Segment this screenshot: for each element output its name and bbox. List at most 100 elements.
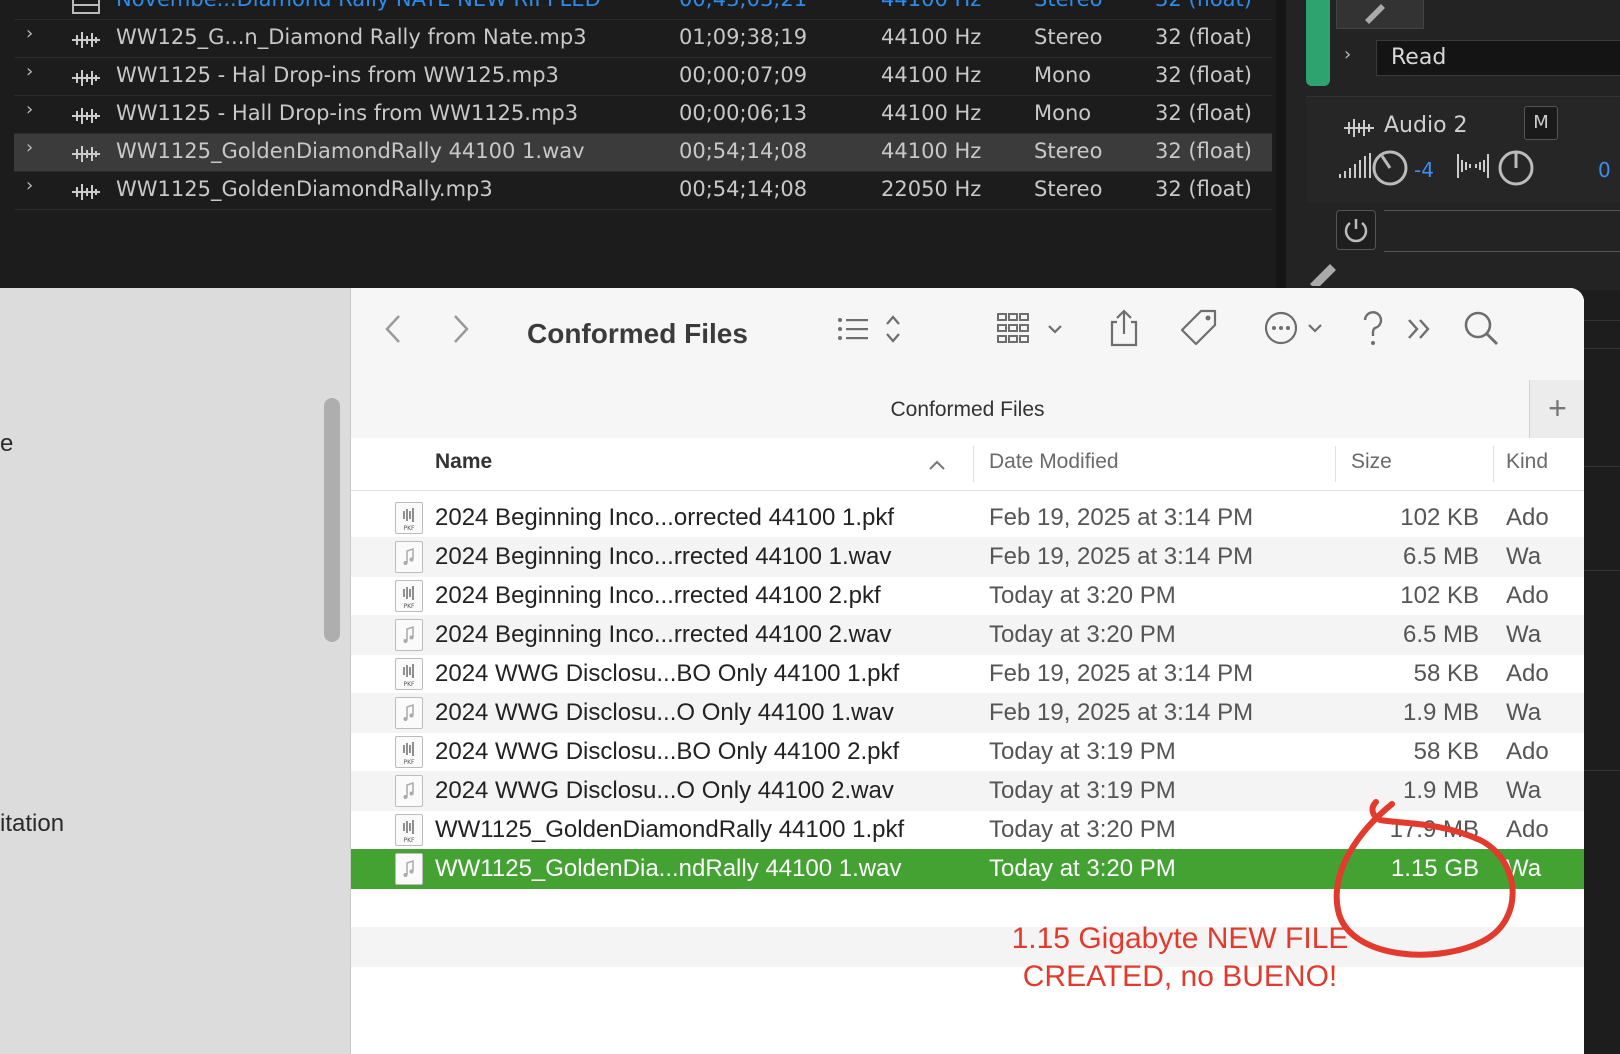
chevron-right-icon[interactable]: › <box>26 175 33 196</box>
share-icon[interactable] <box>1107 308 1141 348</box>
file-name: 2024 WWG Disclosu...BO Only 44100 1.pkf <box>435 660 900 687</box>
help-icon[interactable] <box>1359 308 1387 348</box>
file-bit-depth: 32 (float) <box>1155 101 1252 125</box>
file-size: 6.5 MB <box>1402 543 1479 570</box>
automation-mode-label: Read <box>1391 45 1447 70</box>
file-sample-rate: 44100 Hz <box>881 25 982 49</box>
file-sample-rate: 44100 Hz <box>881 101 982 125</box>
file-name: WW1125_GoldenDiamondRally 44100 1.wav <box>116 139 585 163</box>
audition-file-row[interactable]: › WW125_G...n_Diamond Rally from Nate.mp3… <box>14 20 1272 58</box>
mixer-panel: › Read Audio 2 M -4 0 <box>1286 0 1620 290</box>
sidebar-scrollbar[interactable] <box>324 398 340 642</box>
multitrack-icon <box>72 0 100 14</box>
file-channels: Stereo <box>1034 25 1103 49</box>
file-name: 2024 WWG Disclosu...BO Only 44100 2.pkf <box>435 738 900 765</box>
chevron-right-icon[interactable]: › <box>26 23 33 44</box>
track-name: Audio 2 <box>1384 113 1468 138</box>
file-channels: Mono <box>1034 63 1092 87</box>
file-row[interactable]: PKF 2024 Beginning Inco...rrected 44100 2… <box>351 576 1584 616</box>
file-row[interactable]: 2024 Beginning Inco...rrected 44100 2.wa… <box>351 615 1584 655</box>
column-name[interactable]: Name <box>435 450 492 474</box>
double-chevron-right-icon[interactable] <box>1403 312 1437 346</box>
pencil-icon[interactable] <box>1306 256 1340 286</box>
panel-divider[interactable] <box>1276 0 1286 290</box>
file-bit-depth: 32 (float) <box>1155 63 1252 87</box>
audition-file-row[interactable]: Novembe...Diamond Rally NATE NEW RIPPLED… <box>14 0 1272 20</box>
chevron-right-icon[interactable]: › <box>26 61 33 82</box>
annotation-line-2: CREATED, no BUENO! <box>1022 960 1338 993</box>
pencil-button[interactable] <box>1336 0 1424 29</box>
forward-icon[interactable] <box>449 312 473 346</box>
audition-file-row[interactable]: › WW1125_GoldenDiamondRally 44100 1.wav 00… <box>14 134 1272 172</box>
group-view-icon[interactable] <box>995 312 1067 346</box>
files-panel: Novembe...Diamond Rally NATE NEW RIPPLED… <box>0 0 1276 290</box>
automation-mode-select[interactable]: Read <box>1376 40 1620 76</box>
audition-file-row[interactable]: › WW1125_GoldenDiamondRally.mp3 00;54;14;0… <box>14 172 1272 210</box>
svg-text:PKF: PKF <box>403 837 415 844</box>
finder-toolbar: Conformed Files <box>351 288 1584 380</box>
fx-power-button[interactable] <box>1336 210 1376 250</box>
pan-meter-icon <box>1457 154 1489 178</box>
pan-value[interactable]: 0 <box>1598 158 1611 182</box>
file-row[interactable]: 2024 Beginning Inco...rrected 44100 1.wa… <box>351 537 1584 577</box>
more-actions-icon[interactable] <box>1263 308 1327 348</box>
file-size: 102 KB <box>1400 504 1479 531</box>
back-icon[interactable] <box>381 312 405 346</box>
mute-button[interactable]: M <box>1524 106 1558 140</box>
file-channels: Mono <box>1034 101 1092 125</box>
chevron-right-icon[interactable]: › <box>1344 44 1351 65</box>
svg-text:PKF: PKF <box>403 759 415 766</box>
path-bar: Conformed Files + <box>351 380 1584 439</box>
file-name: WW1125_GoldenDiamondRally.mp3 <box>116 177 493 201</box>
column-kind[interactable]: Kind <box>1506 450 1548 474</box>
file-name: WW1125 - Hall Drop-ins from WW1125.mp3 <box>116 101 579 125</box>
file-date-modified: Feb 19, 2025 at 3:14 PM <box>989 543 1254 570</box>
list-view-icon[interactable] <box>835 312 905 346</box>
column-separator[interactable] <box>1493 446 1494 482</box>
chevron-right-icon[interactable]: › <box>26 99 33 120</box>
wav-file-icon <box>395 697 423 729</box>
search-icon[interactable] <box>1461 308 1501 348</box>
tag-icon[interactable] <box>1179 308 1219 348</box>
column-separator[interactable] <box>1335 446 1336 482</box>
sidebar-item-label[interactable]: itation <box>0 810 64 838</box>
volume-knob[interactable] <box>1370 148 1410 188</box>
file-row[interactable]: PKF 2024 WWG Disclosu...BO Only 44100 2.p… <box>351 732 1584 772</box>
wav-file-icon <box>395 775 423 807</box>
audition-file-row[interactable]: › WW1125 - Hal Drop-ins from WW125.mp3 00;… <box>14 58 1272 96</box>
file-name: WW1125_GoldenDia...ndRally 44100 1.wav <box>435 855 902 882</box>
sort-ascending-icon[interactable] <box>927 458 947 472</box>
file-row[interactable]: PKF 2024 WWG Disclosu...BO Only 44100 1.p… <box>351 654 1584 694</box>
annotation-text: 1.15 Gigabyte NEW FILE CREATED, no BUENO… <box>990 920 1370 996</box>
file-row[interactable]: PKF 2024 Beginning Inco...orrected 44100 … <box>351 498 1584 538</box>
file-date-modified: Feb 19, 2025 at 3:14 PM <box>989 699 1254 726</box>
file-sample-rate: 44100 Hz <box>881 0 981 11</box>
file-kind: Ado <box>1506 582 1549 609</box>
volume-value[interactable]: -4 <box>1414 158 1434 182</box>
column-date-modified[interactable]: Date Modified <box>989 450 1119 474</box>
file-channels: Stereo <box>1034 0 1102 11</box>
column-separator[interactable] <box>973 446 974 482</box>
file-sample-rate: 44100 Hz <box>881 139 982 163</box>
svg-text:PKF: PKF <box>403 681 415 688</box>
sidebar-item-label[interactable]: e <box>0 430 13 458</box>
file-kind: Ado <box>1506 504 1549 531</box>
svg-text:PKF: PKF <box>403 525 415 532</box>
audition-window: Novembe...Diamond Rally NATE NEW RIPPLED… <box>0 0 1620 290</box>
pkf-file-icon: PKF <box>395 580 423 612</box>
file-row[interactable]: 2024 WWG Disclosu...O Only 44100 1.wav Fe… <box>351 693 1584 733</box>
waveform-icon <box>72 70 100 86</box>
file-bit-depth: 32 (float) <box>1155 25 1252 49</box>
chevron-right-icon[interactable]: › <box>26 137 33 158</box>
file-kind: Wa <box>1506 621 1542 648</box>
audition-file-row[interactable]: › WW1125 - Hall Drop-ins from WW1125.mp3 0… <box>14 96 1272 134</box>
file-date-modified: Today at 3:20 PM <box>989 816 1176 843</box>
pkf-file-icon: PKF <box>395 502 423 534</box>
file-size: 102 KB <box>1400 582 1479 609</box>
column-size[interactable]: Size <box>1351 450 1392 474</box>
add-tab-button[interactable]: + <box>1529 380 1584 438</box>
pan-knob[interactable] <box>1496 148 1536 188</box>
file-size: 58 KB <box>1413 738 1479 765</box>
file-duration: 00;00;06;13 <box>679 101 808 125</box>
fx-slot[interactable] <box>1384 210 1620 252</box>
